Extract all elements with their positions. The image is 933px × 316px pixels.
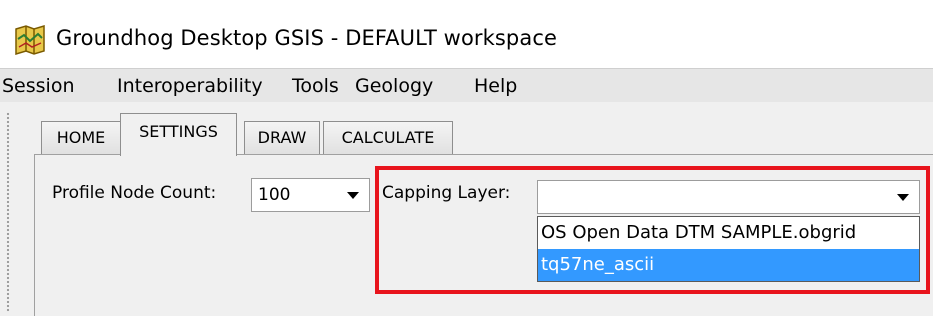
- profile-node-count-dropdown[interactable]: 100: [251, 178, 370, 212]
- capping-layer-label: Capping Layer:: [382, 183, 511, 203]
- profile-node-count-label: Profile Node Count:: [52, 183, 217, 203]
- menu-geology[interactable]: Geology: [355, 75, 433, 97]
- capping-layer-dropdown[interactable]: [537, 180, 920, 214]
- title-bar: Groundhog Desktop GSIS - DEFAULT workspa…: [0, 0, 933, 66]
- chevron-down-icon[interactable]: [347, 192, 359, 199]
- tab-calculate[interactable]: CALCULATE: [323, 121, 453, 155]
- tab-home[interactable]: HOME: [41, 121, 121, 155]
- tab-draw[interactable]: DRAW: [244, 121, 320, 155]
- profile-node-count-value: 100: [258, 185, 291, 205]
- menu-session[interactable]: Session: [2, 75, 75, 97]
- toolbar-grip[interactable]: [6, 112, 10, 312]
- menu-interoperability[interactable]: Interoperability: [117, 75, 263, 97]
- menu-help[interactable]: Help: [474, 75, 517, 97]
- groundhog-app-icon: [15, 25, 45, 55]
- menu-bar: Session Interoperability Tools Geology H…: [0, 68, 933, 102]
- capping-layer-option[interactable]: OS Open Data DTM SAMPLE.obgrid: [538, 217, 919, 249]
- window-title: Groundhog Desktop GSIS - DEFAULT workspa…: [56, 26, 558, 50]
- menu-tools[interactable]: Tools: [292, 75, 339, 97]
- tab-settings[interactable]: SETTINGS: [120, 113, 237, 156]
- chevron-down-icon[interactable]: [897, 194, 909, 201]
- capping-layer-options-list: OS Open Data DTM SAMPLE.obgrid tq57ne_as…: [537, 216, 920, 282]
- capping-layer-option-selected[interactable]: tq57ne_ascii: [538, 249, 919, 281]
